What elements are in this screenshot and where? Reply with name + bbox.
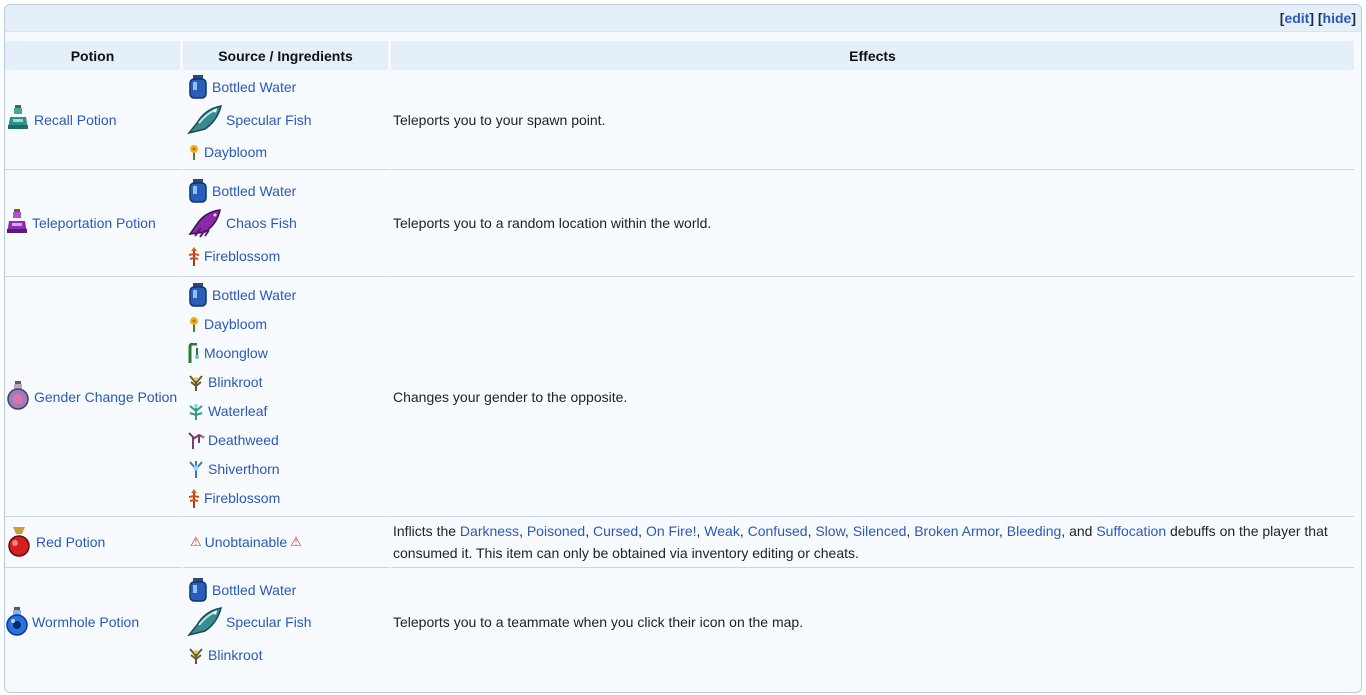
daybloom-icon: [187, 316, 201, 332]
debuff-link[interactable]: Poisoned: [527, 523, 585, 539]
potion-link-recall[interactable]: Recall Potion: [34, 112, 117, 128]
debuff-link[interactable]: Silenced: [853, 523, 907, 539]
ingredient-link[interactable]: Shiverthorn: [208, 461, 280, 477]
debuff-link[interactable]: Broken Armor: [914, 523, 999, 539]
fireblossom-icon: [187, 488, 201, 508]
warning-icon: ⚠: [290, 534, 302, 549]
bottled-water-icon: [187, 178, 209, 204]
potion-link-teleportation[interactable]: Teleportation Potion: [32, 215, 156, 231]
navbox-toolbar: [edit] [hide]: [5, 5, 1361, 32]
ingredient-link[interactable]: Deathweed: [208, 432, 279, 448]
bottled-water-icon: [187, 282, 209, 308]
ingredient-link[interactable]: Moonglow: [204, 345, 268, 361]
ingredient-link[interactable]: Blinkroot: [208, 647, 262, 663]
ingredient-link[interactable]: Specular Fish: [226, 614, 312, 630]
effect-text: Inflicts the Darkness, Poisoned, Cursed,…: [391, 517, 1354, 568]
ingredient-link[interactable]: Fireblossom: [204, 490, 280, 506]
debuff-link[interactable]: On Fire!: [646, 523, 697, 539]
shiverthorn-icon: [187, 460, 205, 478]
edit-link[interactable]: edit: [1284, 10, 1309, 26]
ingredient-link[interactable]: Daybloom: [204, 144, 267, 160]
header-effects: Effects: [391, 41, 1354, 70]
table-row: Teleportation Potion Bottled Water Chaos…: [5, 170, 1354, 277]
effect-connector: , and: [1061, 523, 1097, 539]
wormhole-potion-icon: [6, 606, 28, 639]
daybloom-icon: [187, 144, 201, 160]
ingredient-link[interactable]: Specular Fish: [226, 112, 312, 128]
bracket: ] [: [1309, 10, 1323, 26]
debuff-link[interactable]: Slow: [815, 523, 845, 539]
potion-link-gender-change[interactable]: Gender Change Potion: [34, 389, 177, 405]
bottled-water-icon: [187, 74, 209, 100]
ingredient-link[interactable]: Bottled Water: [212, 79, 296, 95]
ingredient-link[interactable]: Chaos Fish: [226, 215, 297, 231]
header-potion: Potion: [5, 41, 183, 70]
effect-text: Teleports you to your spawn point.: [391, 70, 1354, 170]
ingredient-link[interactable]: Daybloom: [204, 316, 267, 332]
warning-icon: ⚠: [190, 534, 202, 549]
chaos-fish-icon: [187, 206, 223, 240]
effect-text: Changes your gender to the opposite.: [391, 277, 1354, 517]
teleportation-potion-icon: [6, 207, 28, 240]
header-source: Source / Ingredients: [183, 41, 391, 70]
potion-link-red[interactable]: Red Potion: [36, 534, 105, 550]
table-row: Red Potion ⚠ Unobtainable ⚠ Inflicts the…: [5, 517, 1354, 568]
debuff-link[interactable]: Darkness: [460, 523, 519, 539]
bracket: ]: [1351, 10, 1356, 26]
ingredient-link[interactable]: Fireblossom: [204, 248, 280, 264]
debuff-link[interactable]: Weak: [704, 523, 740, 539]
debuff-link[interactable]: Cursed: [593, 523, 638, 539]
effect-intro: Inflicts the: [393, 523, 460, 539]
effect-text: Teleports you to a teammate when you cli…: [393, 614, 804, 630]
waterleaf-icon: [187, 402, 205, 420]
potions-table: Potion Source / Ingredients Effects Reca…: [5, 41, 1354, 676]
effect-text: Teleports you to a random location withi…: [391, 170, 1354, 277]
debuff-link[interactable]: Suffocation: [1096, 523, 1166, 539]
table-row: Recall Potion Bottled Water Specular Fis…: [5, 70, 1354, 170]
red-potion-icon: [6, 525, 32, 560]
specular-fish-icon: [187, 103, 223, 137]
potion-link-wormhole[interactable]: Wormhole Potion: [32, 614, 139, 630]
deathweed-icon: [187, 431, 205, 449]
ingredient-link[interactable]: Bottled Water: [212, 287, 296, 303]
bottled-water-icon: [187, 577, 209, 603]
debuff-link[interactable]: Bleeding: [1007, 523, 1062, 539]
moonglow-icon: [187, 343, 201, 363]
ingredient-link[interactable]: Bottled Water: [212, 582, 296, 598]
specular-fish-icon: [187, 605, 223, 639]
gender-change-potion-icon: [6, 380, 30, 413]
unobtainable-link[interactable]: Unobtainable: [205, 534, 288, 550]
recall-potion-icon: [6, 103, 30, 136]
table-row: Gender Change Potion Bottled Water Daybl…: [5, 277, 1354, 517]
debuff-link[interactable]: Confused: [748, 523, 808, 539]
fireblossom-icon: [187, 246, 201, 266]
ingredient-link[interactable]: Blinkroot: [208, 374, 262, 390]
blinkroot-icon: [187, 373, 205, 391]
ingredient-link[interactable]: Bottled Water: [212, 183, 296, 199]
hide-link[interactable]: hide: [1323, 10, 1352, 26]
blinkroot-icon: [187, 646, 205, 664]
table-row: Wormhole Potion Bottled Water Specular F…: [5, 568, 1354, 676]
ingredient-link[interactable]: Waterleaf: [208, 403, 267, 419]
